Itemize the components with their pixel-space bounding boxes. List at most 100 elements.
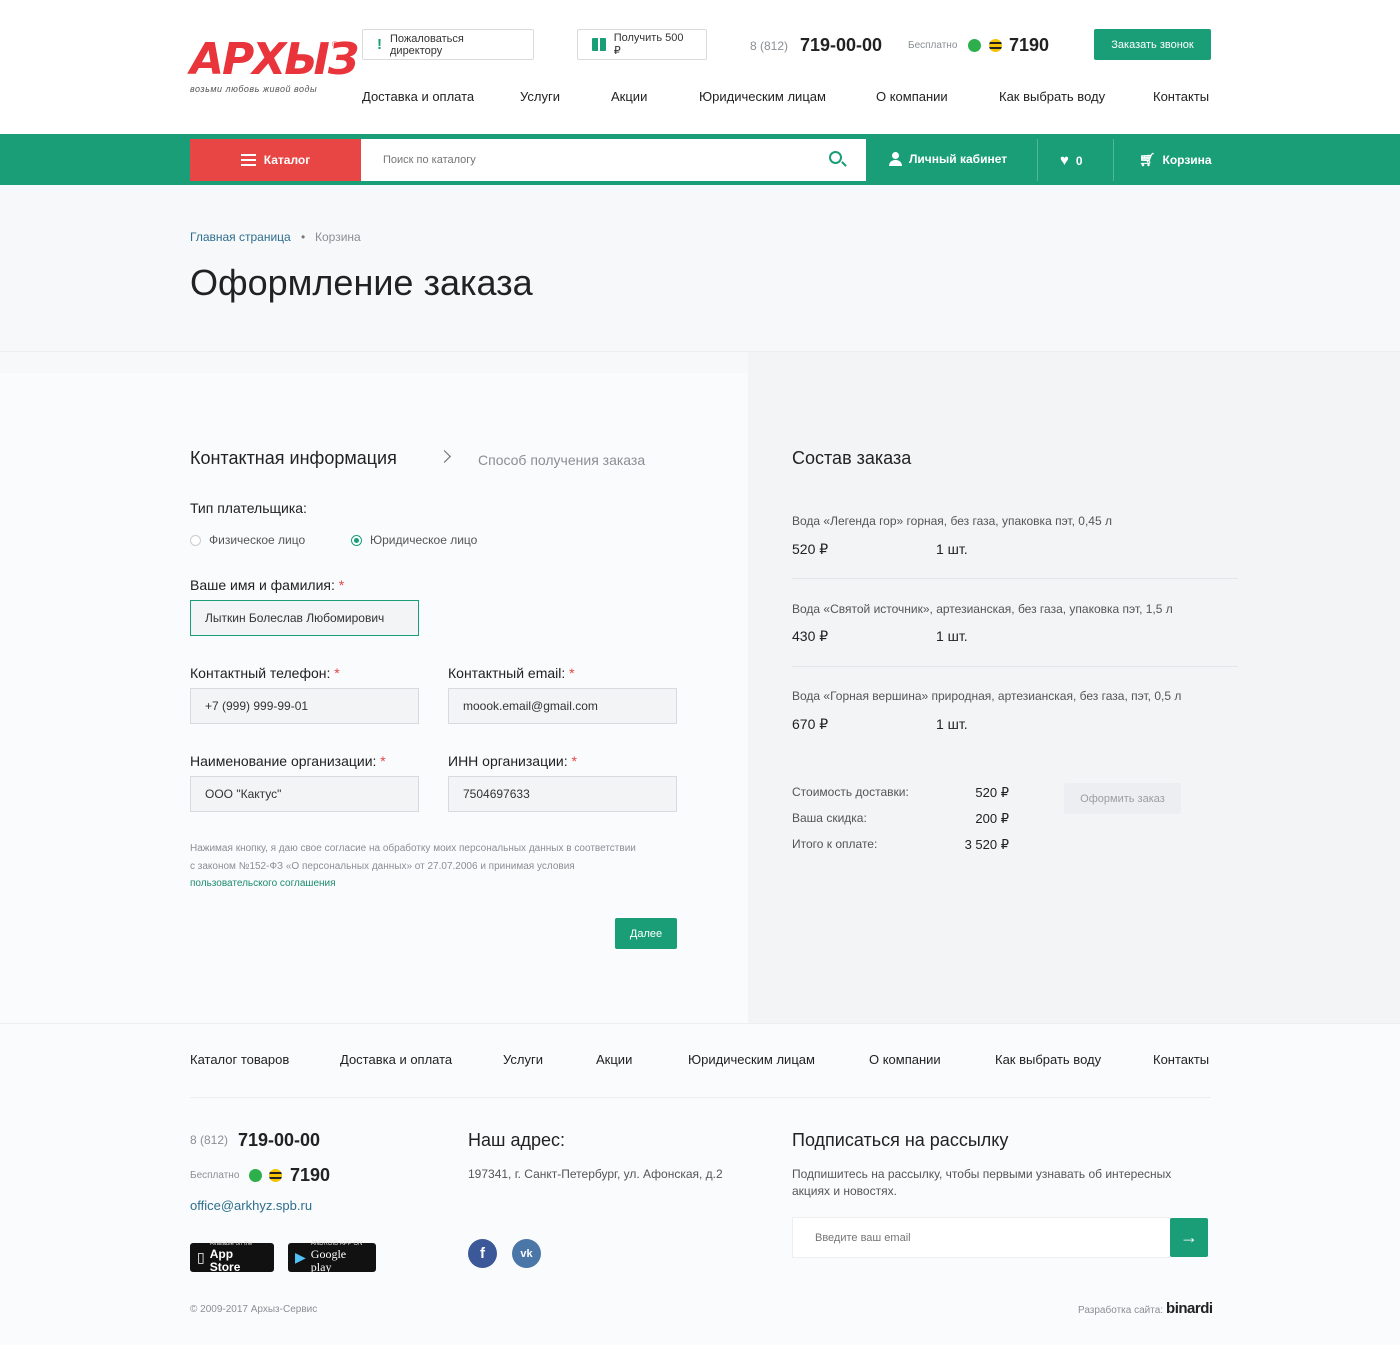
logo[interactable]: АРХЫЗ ® возьми любовь живой воды — [190, 38, 359, 98]
order-title: Состав заказа — [792, 448, 912, 468]
complain-label: Пожаловаться директору — [390, 32, 464, 57]
divider — [190, 1097, 1211, 1098]
subscribe-title: Подписаться на рассылку — [792, 1130, 1009, 1150]
place-order-button[interactable]: Оформить заказ — [1064, 783, 1181, 814]
vk-icon[interactable]: vk — [512, 1239, 541, 1268]
nav-about[interactable]: О компании — [876, 89, 948, 104]
facebook-icon[interactable]: f — [468, 1239, 497, 1268]
complain-button[interactable]: ! Пожаловаться директору — [362, 29, 534, 60]
org-input[interactable]: ООО "Кактус" — [190, 776, 419, 812]
developer-label: Разработка сайта: — [1078, 1305, 1164, 1316]
footer-email-link[interactable]: office@arkhyz.spb.ru — [190, 1198, 312, 1213]
nav-legal[interactable]: Юридическим лицам — [699, 89, 826, 104]
gift-icon — [592, 38, 606, 51]
callback-button[interactable]: Заказать звонок — [1094, 29, 1211, 60]
app-store-text: Available on the App Store — [210, 1241, 267, 1274]
radio-circle[interactable] — [190, 534, 201, 546]
user-icon — [889, 152, 902, 166]
bar-divider — [1113, 139, 1114, 181]
account-button[interactable]: Личный кабинет — [889, 152, 1007, 166]
order-item-qty: 1 шт. — [936, 541, 968, 557]
cart-label: Корзина — [1162, 153, 1212, 167]
catalog-button[interactable]: Каталог — [190, 139, 361, 181]
total-value: 3 520 ₽ — [964, 837, 1009, 852]
nav-contacts[interactable]: Контакты — [1153, 89, 1209, 104]
nav-choose-water[interactable]: Как выбрать воду — [999, 89, 1105, 104]
phone-input[interactable]: +7 (999) 999-99-01 — [190, 688, 419, 724]
delivery-cost-value: 520 ₽ — [975, 785, 1009, 800]
short-number[interactable]: 7190 — [1009, 35, 1049, 56]
logo-tagline: возьми любовь живой воды — [190, 84, 318, 94]
order-item-price: 520 ₽ — [792, 541, 829, 557]
name-label: Ваше имя и фамилия: * — [190, 577, 344, 593]
step-delivery-method[interactable]: Способ получения заказа — [478, 452, 645, 468]
nav-promotions[interactable]: Акции — [611, 89, 647, 104]
footer-nav-choose-water[interactable]: Как выбрать воду — [995, 1052, 1101, 1067]
header: АРХЫЗ ® возьми любовь живой воды ! Пожал… — [0, 0, 1400, 134]
next-button[interactable]: Далее — [615, 918, 677, 949]
footer-nav-about[interactable]: О компании — [869, 1052, 941, 1067]
footer-nav-services[interactable]: Услуги — [503, 1052, 543, 1067]
breadcrumb-home[interactable]: Главная страница — [190, 230, 291, 244]
footer-nav-catalog[interactable]: Каталог товаров — [190, 1052, 289, 1067]
order-item-name: Вода «Легенда гор» горная, без газа, упа… — [792, 514, 1112, 528]
favorites-count: 0 — [1075, 153, 1083, 168]
consent-text: Нажимая кнопку, я даю свое согласие на о… — [190, 840, 640, 893]
footer-short-number[interactable]: 7190 — [290, 1165, 330, 1186]
payer-type-label: Тип плательщика: — [190, 500, 307, 516]
binardi-logo[interactable]: binardi — [1166, 1300, 1213, 1317]
logo-reg-mark: ® — [332, 40, 338, 49]
catalog-label: Каталог — [263, 153, 311, 167]
page-title: Оформление заказа — [190, 262, 533, 303]
phone-number[interactable]: 719-00-00 — [800, 35, 882, 56]
google-play-badge[interactable]: ▶ ANDROID APP ON Google play — [288, 1241, 376, 1274]
footer-nav-contacts[interactable]: Контакты — [1153, 1052, 1209, 1067]
subscribe-button[interactable]: → — [1170, 1218, 1208, 1257]
radio-circle-checked[interactable] — [351, 534, 362, 546]
footer-nav-promotions[interactable]: Акции — [596, 1052, 632, 1067]
email-input[interactable]: moook.email@gmail.com — [448, 688, 677, 724]
cart-button[interactable]: 🛒︎ Корзина — [1139, 152, 1212, 168]
subscribe-text: Подпишитесь на рассылку, чтобы первыми у… — [792, 1167, 1172, 1198]
search-icon[interactable] — [829, 151, 842, 164]
footer-phone-number[interactable]: 719-00-00 — [238, 1130, 320, 1151]
radio-label: Физическое лицо — [209, 533, 306, 547]
phone-label: Контактный телефон: * — [190, 665, 340, 681]
user-agreement-link[interactable]: пользовательского соглашения — [190, 878, 336, 889]
free-label: Бесплатно — [908, 40, 958, 51]
nav-services[interactable]: Услуги — [520, 89, 560, 104]
radio-legal-entity[interactable]: Юридическое лицо — [351, 533, 477, 547]
cart-icon: 🛒︎ — [1139, 152, 1156, 167]
copyright: © 2009-2017 Архыз-Сервис — [190, 1304, 318, 1315]
radio-individual[interactable]: Физическое лицо — [190, 533, 305, 547]
subscribe-email-input[interactable] — [792, 1217, 1171, 1258]
divider — [792, 666, 1238, 667]
phone-label-text: Контактный телефон: — [190, 665, 331, 681]
breadcrumb-current: Корзина — [315, 230, 361, 244]
nav-delivery[interactable]: Доставка и оплата — [362, 89, 474, 104]
inn-input[interactable]: 7504697633 — [448, 776, 677, 812]
arrow-right-icon: → — [1180, 1227, 1198, 1247]
footer-nav-delivery[interactable]: Доставка и оплата — [340, 1052, 452, 1067]
required-mark: * — [338, 577, 345, 593]
account-label: Личный кабинет — [909, 152, 1008, 166]
order-item-name: Вода «Святой источник», артезианская, бе… — [792, 602, 1173, 616]
order-item-price: 430 ₽ — [792, 628, 829, 644]
search-input[interactable] — [361, 139, 866, 181]
org-label-text: Наименование организации: — [190, 753, 377, 769]
favorites-button[interactable]: ♥ 0 — [1060, 152, 1083, 169]
order-item-qty: 1 шт. — [936, 716, 968, 732]
megafon-icon — [968, 39, 981, 52]
total-label: Итого к оплате: — [792, 837, 878, 851]
footer-nav-legal[interactable]: Юридическим лицам — [688, 1052, 815, 1067]
email-label: Контактный email: * — [448, 665, 575, 681]
step-contact-info[interactable]: Контактная информация — [190, 448, 397, 469]
heart-icon: ♥ — [1060, 152, 1069, 169]
bonus-button[interactable]: Получить 500 ₽ — [577, 29, 707, 60]
consent-body: Нажимая кнопку, я даю свое согласие на о… — [190, 843, 636, 872]
name-input[interactable]: Лыткин Болеслав Любомирович — [190, 600, 419, 636]
app-store-badge[interactable]: ▯ Available on the App Store — [190, 1241, 274, 1274]
address-text: 197341, г. Санкт-Петербург, ул. Афонская… — [468, 1167, 723, 1181]
bonus-label: Получить 500 ₽ — [613, 32, 684, 57]
developer-credit: Разработка сайта: binardi — [1078, 1300, 1213, 1317]
